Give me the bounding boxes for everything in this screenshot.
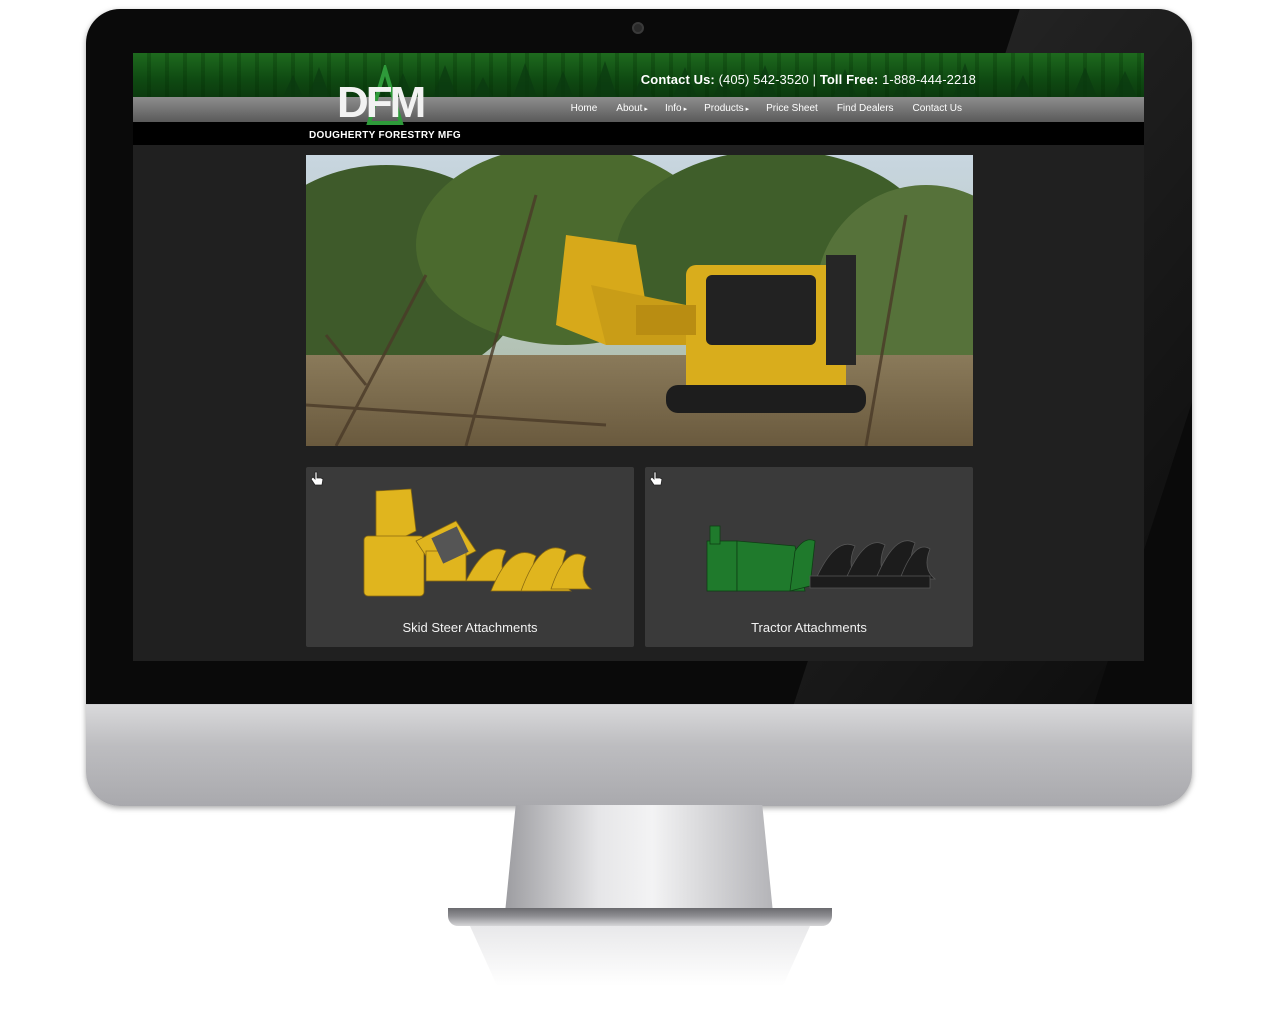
page-content: Skid Steer Attachments Tractor Attachmen…	[133, 145, 1144, 661]
logo-company-name: DOUGHERTY FORESTRY MFG	[309, 130, 461, 141]
chevron-right-icon: ▸	[644, 106, 648, 113]
site-logo[interactable]: DFM DOUGHERTY FORESTRY MFG	[309, 65, 461, 145]
monitor-chin	[86, 704, 1192, 806]
monitor-stand	[505, 805, 773, 913]
nav-item-about[interactable]: About ▸	[616, 103, 648, 114]
chevron-right-icon: ▸	[683, 106, 688, 113]
contact-label: Contact Us:	[640, 72, 715, 87]
nav-item-contact-us[interactable]: Contact Us	[913, 103, 964, 114]
nav-item-find-dealers[interactable]: Find Dealers	[837, 103, 896, 114]
website-screen: Contact Us: (405) 542-3520 | Toll Free: …	[133, 53, 1144, 661]
hero-image	[306, 155, 973, 446]
contact-phone[interactable]: (405) 542-3520	[719, 72, 809, 87]
webcam-icon	[632, 22, 644, 34]
tollfree-label: Toll Free:	[819, 72, 879, 87]
nav-item-home[interactable]: Home	[571, 103, 600, 114]
card-skid-steer-attachments[interactable]: Skid Steer Attachments	[306, 467, 634, 647]
hero-photo-skid-steer	[306, 155, 973, 446]
logo-letters: DFM	[337, 78, 426, 127]
nav-item-products[interactable]: Products ▸	[704, 103, 749, 114]
main-nav: Home About ▸ Info ▸ Products ▸ Price Sheet …	[571, 103, 964, 114]
card-label: Tractor Attachments	[751, 620, 867, 635]
tollfree-phone[interactable]: 1-888-444-2218	[882, 72, 976, 87]
chevron-right-icon: ▸	[745, 106, 750, 113]
header-banner: Contact Us: (405) 542-3520 | Toll Free: …	[133, 53, 1144, 97]
card-tractor-attachments[interactable]: Tractor Attachments	[645, 467, 973, 647]
contact-info: Contact Us: (405) 542-3520 | Toll Free: …	[641, 72, 976, 87]
card-label: Skid Steer Attachments	[402, 620, 538, 635]
tractor-attachments-image	[706, 525, 937, 592]
forest-silhouette	[283, 61, 1137, 97]
nav-item-info[interactable]: Info ▸	[665, 103, 687, 114]
skid-steer-attachments-image	[363, 488, 593, 597]
main-nav-bar: Home About ▸ Info ▸ Products ▸ Price Sheet …	[133, 97, 1144, 122]
monitor-stand-base	[448, 908, 832, 926]
contact-separator: |	[812, 72, 817, 87]
nav-item-price-sheet[interactable]: Price Sheet	[766, 103, 820, 114]
